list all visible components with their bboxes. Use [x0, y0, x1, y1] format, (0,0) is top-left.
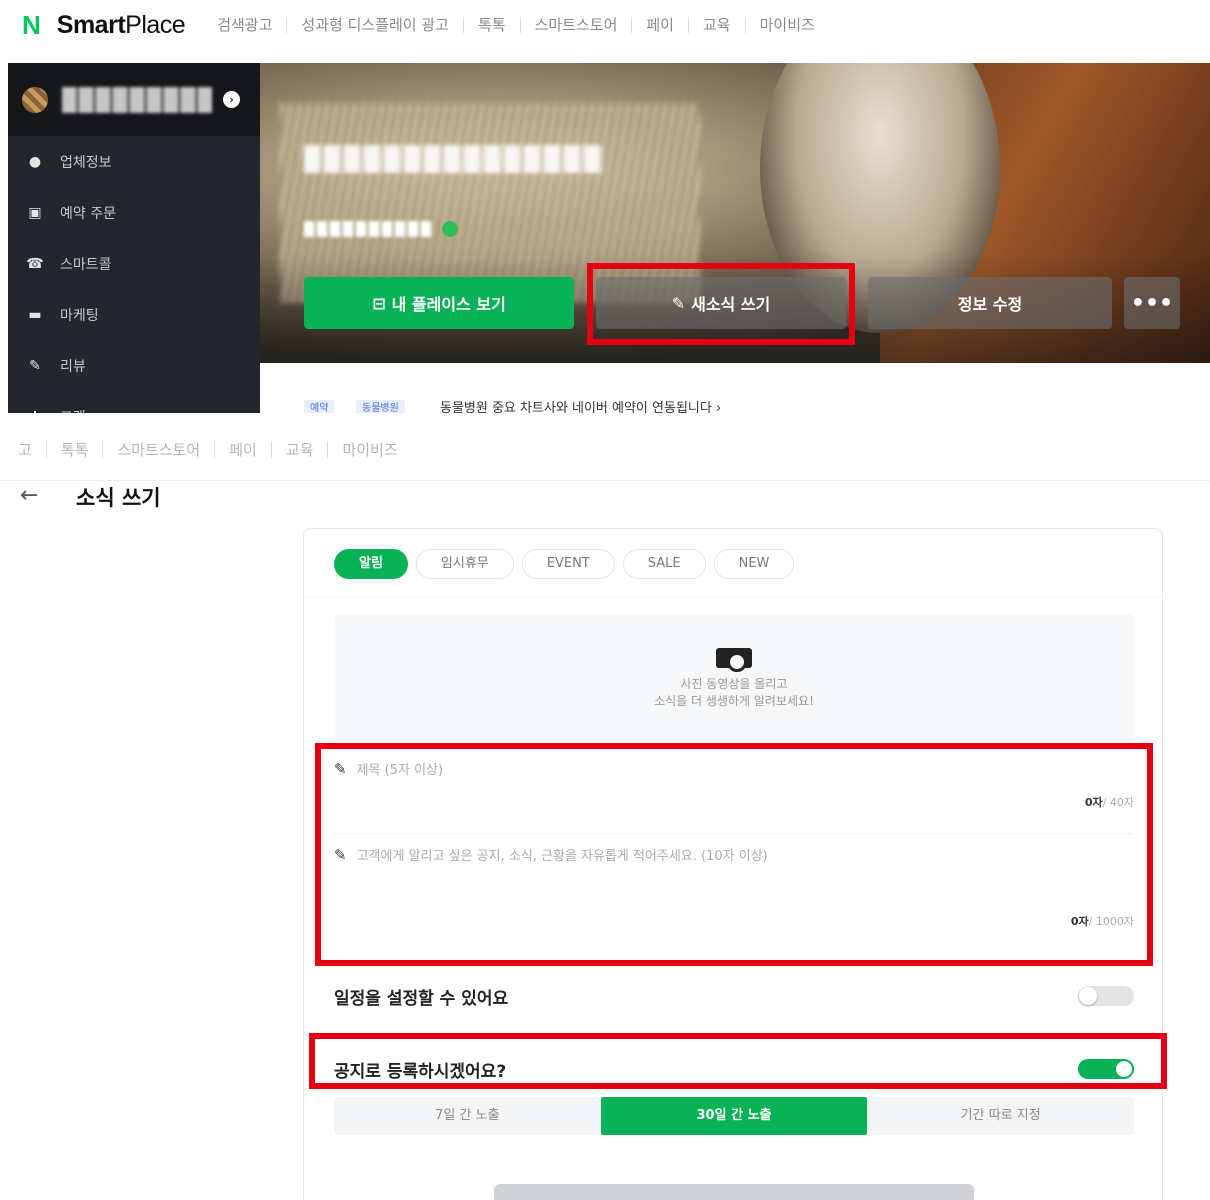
place-name-blurred — [304, 145, 604, 173]
nav-smartstore[interactable]: 스마트스토어 — [519, 17, 632, 33]
top-nav: N SmartPlace 검색광고 성과형 디스플레이 광고 톡톡 스마트스토어… — [0, 0, 1210, 50]
sidebar-item-label: 마케팅 — [60, 307, 99, 324]
upload-hint-line1: 사진 동영상을 올리고 — [680, 677, 788, 691]
chevron-right-icon[interactable]: › — [223, 91, 240, 108]
tab-event[interactable]: EVENT — [521, 549, 615, 579]
chat-icon: ▬ — [28, 306, 42, 323]
sidebar-item-label: 예약 주문 — [60, 205, 116, 222]
business-selector[interactable]: › — [8, 63, 260, 136]
sidebar-item-reservation[interactable]: ▣ 예약 주문 — [8, 187, 260, 238]
nav-mybiz[interactable]: 마이비즈 — [744, 17, 829, 33]
sidebar-item-label: 스마트콜 — [60, 256, 112, 273]
top-nav-partial: 고 톡톡 스마트스토어 페이 교육 마이비즈 — [0, 435, 412, 465]
sidebar-item-marketing[interactable]: ▬ 마케팅 — [8, 289, 260, 340]
tab-closed[interactable]: 임시휴무 — [415, 549, 514, 579]
divider — [0, 480, 1210, 481]
pen-icon: ✎ — [29, 357, 41, 374]
exposure-period-selector: 7일 간 노출 30일 간 노출 기간 따로 지정 — [334, 1097, 1134, 1135]
camera-icon — [716, 648, 752, 672]
schedule-option: 일정을 설정할 수 있어요 — [334, 981, 1134, 1011]
tab-sale[interactable]: SALE — [622, 549, 706, 579]
status-dot-icon — [442, 221, 458, 237]
nav-mybiz[interactable]: 마이비즈 — [327, 442, 411, 458]
media-upload-area[interactable]: 사진 동영상을 올리고 소식을 더 생생하게 알려보세요! — [334, 614, 1134, 742]
sidebar-item-review[interactable]: ✎ 리뷰 — [8, 340, 260, 391]
write-news-screenshot: 고 톡톡 스마트스토어 페이 교육 마이비즈 ← 소식 쓰기 알림 임시휴무 E… — [0, 425, 1210, 1200]
highlight-notice-option — [309, 1033, 1167, 1089]
person-icon: ♟ — [26, 408, 44, 414]
window-icon: ⊟ — [372, 293, 386, 313]
nav-display-ads[interactable]: 성과형 디스플레이 광고 — [286, 17, 463, 33]
period-custom[interactable]: 기간 따로 지정 — [867, 1097, 1134, 1135]
schedule-toggle[interactable] — [1078, 986, 1134, 1006]
sidebar-item-label: 업체정보 — [60, 154, 112, 171]
nav-pay[interactable]: 페이 — [631, 17, 688, 33]
phone-icon: ☎ — [26, 255, 44, 272]
nav-education[interactable]: 교육 — [270, 442, 328, 458]
edit-info-button[interactable]: 정보 수정 — [868, 277, 1112, 329]
tab-new[interactable]: NEW — [713, 549, 795, 579]
nav-smartstore[interactable]: 스마트스토어 — [102, 442, 214, 458]
smartplace-logo[interactable]: SmartPlace — [57, 11, 186, 40]
submit-button[interactable] — [494, 1184, 974, 1200]
nav-search-ads[interactable]: 검색광고 — [207, 17, 286, 33]
back-arrow-icon[interactable]: ← — [20, 483, 38, 508]
nav-talktalk[interactable]: 톡톡 — [45, 442, 103, 458]
nav-pay[interactable]: 페이 — [214, 442, 271, 458]
sidebar-item-label: 고객 — [60, 407, 86, 414]
calendar-icon: ▣ — [28, 204, 42, 221]
badge-vet: 동물병원 — [356, 400, 405, 413]
highlight-text-fields — [315, 743, 1153, 966]
business-name-blurred — [62, 86, 212, 113]
sidebar: › ● 업체정보 ▣ 예약 주문 ☎ 스마트콜 ▬ 마케팅 ✎ 리뷰 ♟ 고객 — [8, 63, 260, 413]
naver-logo[interactable]: N — [22, 10, 41, 41]
highlight-new-post — [587, 263, 855, 345]
sidebar-item-smartcall[interactable]: ☎ 스마트콜 — [8, 238, 260, 289]
place-category-blurred — [304, 221, 432, 237]
nav-education[interactable]: 교육 — [687, 17, 745, 33]
schedule-label: 일정을 설정할 수 있어요 — [334, 988, 509, 1009]
category-tabs: 알림 임시휴무 EVENT SALE NEW — [334, 549, 802, 579]
upload-hint-line2: 소식을 더 생생하게 알려보세요! — [654, 694, 814, 708]
badge-reservation: 예약 — [304, 400, 335, 413]
nav-display-ads[interactable]: 고 — [8, 442, 46, 458]
divider — [304, 596, 1162, 597]
nav-talktalk[interactable]: 톡톡 — [462, 17, 520, 33]
sidebar-item-info[interactable]: ● 업체정보 — [8, 136, 260, 187]
dashboard-screenshot: N SmartPlace 검색광고 성과형 디스플레이 광고 톡톡 스마트스토어… — [0, 0, 1210, 413]
period-30-days[interactable]: 30일 간 노출 — [600, 1097, 868, 1135]
more-icon: ••• — [1130, 290, 1174, 316]
sidebar-item-customer[interactable]: ♟ 고객 — [8, 391, 260, 414]
period-7-days[interactable]: 7일 간 노출 — [334, 1097, 601, 1135]
business-avatar — [22, 86, 48, 113]
info-icon: ● — [28, 153, 42, 170]
notice-bar: 예약 동물병원 동물병원 중요 차트사와 네이버 예약이 연동됩니다 › — [260, 363, 1210, 413]
more-options-button[interactable]: ••• — [1124, 277, 1180, 329]
notice-link[interactable]: 동물병원 중요 차트사와 네이버 예약이 연동됩니다 › — [440, 400, 721, 413]
view-my-place-button[interactable]: ⊟ 내 플레이스 보기 — [304, 277, 574, 329]
tab-notice[interactable]: 알림 — [334, 549, 408, 579]
sidebar-item-label: 리뷰 — [60, 358, 86, 375]
page-title: 소식 쓰기 — [76, 486, 161, 510]
